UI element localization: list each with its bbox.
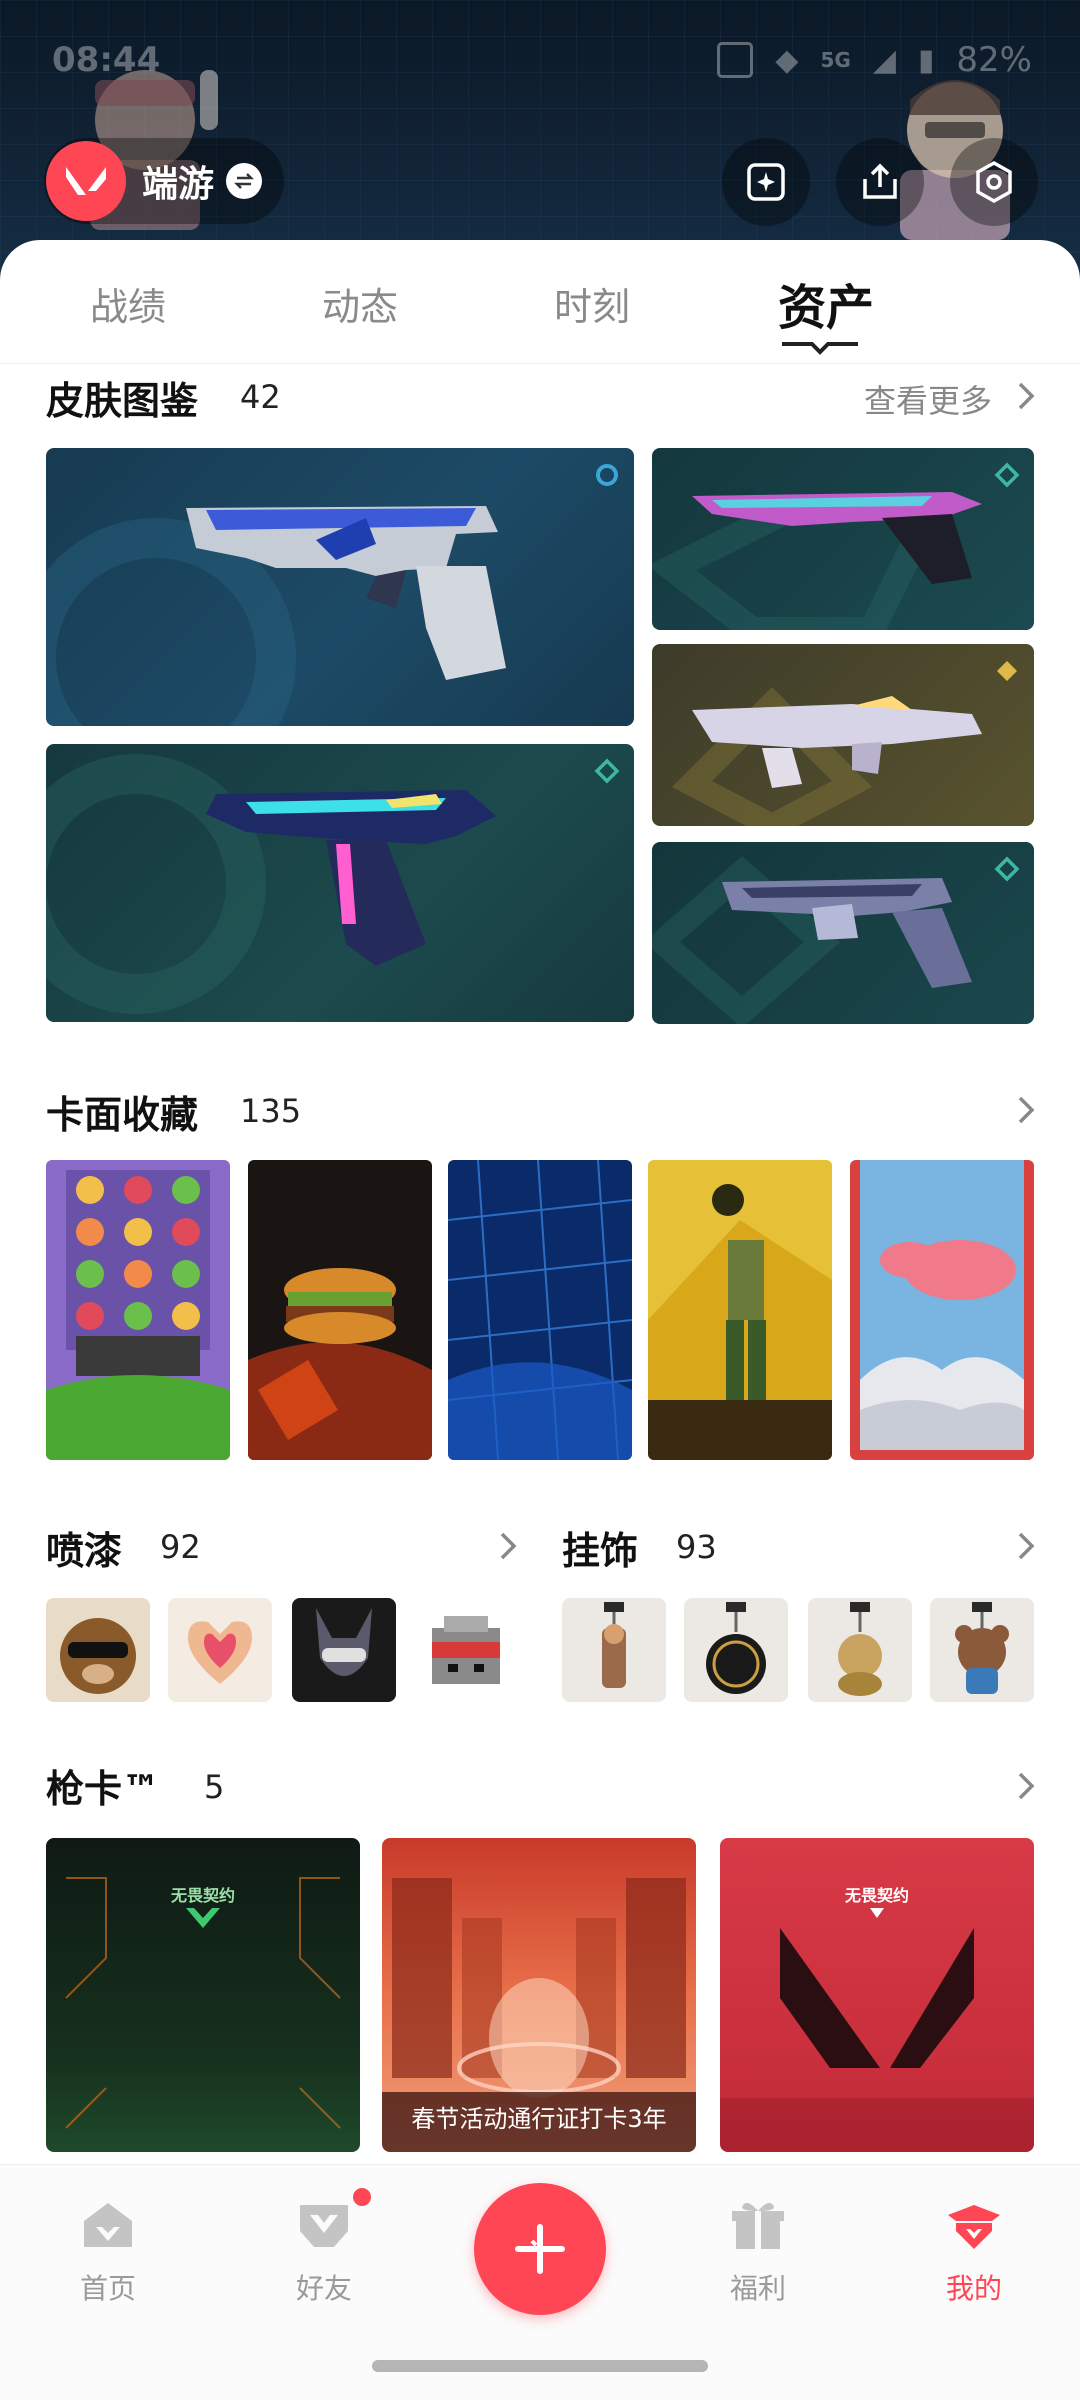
- tab-moments[interactable]: 时刻: [492, 276, 692, 331]
- settings-icon: [976, 160, 1012, 204]
- nav-friends-label: 好友: [295, 2272, 352, 2305]
- swap-icon: [226, 163, 263, 199]
- profile-icon: [948, 2205, 1000, 2249]
- tab-active-indicator: [782, 342, 858, 355]
- charm-item[interactable]: [808, 1598, 912, 1702]
- skin-card[interactable]: [46, 744, 634, 1022]
- sparkle-photo-icon: [747, 163, 785, 201]
- revolver-skin-image: [652, 856, 972, 1024]
- sprays-title: 喷漆: [46, 1529, 123, 1573]
- skin-card[interactable]: [46, 448, 634, 726]
- spray-image: [292, 1598, 396, 1702]
- gun-card-caption: 春节活动通行证打卡3年: [411, 2105, 667, 2133]
- nav-me[interactable]: 我的: [904, 2195, 1044, 2307]
- pistol-skin-image: [46, 754, 496, 1014]
- nav-me-label: 我的: [945, 2272, 1002, 2305]
- player-card-image: [448, 1160, 632, 1460]
- plus-icon: [515, 2224, 565, 2274]
- gun-cards-title: 枪卡™: [46, 1767, 161, 1811]
- player-card-image: [850, 1160, 1034, 1460]
- tab-activity[interactable]: 动态: [260, 276, 460, 331]
- tier-icon: [596, 464, 618, 486]
- charm-image: [602, 1602, 626, 1688]
- diamond-icon: ◆: [775, 42, 799, 78]
- create-post-button[interactable]: [474, 2183, 606, 2315]
- spray-item[interactable]: [46, 1598, 150, 1702]
- nav-home-label: 首页: [79, 2272, 136, 2305]
- sparkle-photo-button[interactable]: [722, 138, 810, 226]
- player-card-image: [46, 1160, 230, 1460]
- network-label: 5G: [820, 48, 851, 72]
- profile-switcher[interactable]: 端游: [44, 138, 284, 224]
- home-indicator[interactable]: [372, 2360, 708, 2372]
- spray-image: [414, 1598, 518, 1702]
- player-card-image: [648, 1160, 832, 1460]
- spray-image: [168, 1598, 272, 1702]
- gun-card-brand: 无畏契约: [844, 1886, 909, 1905]
- tab-assets[interactable]: 资产: [726, 268, 926, 338]
- charm-image: [838, 1602, 882, 1696]
- charms-title: 挂饰: [562, 1529, 639, 1573]
- tier-icon: [997, 661, 1017, 681]
- gun-cards-count: 5: [204, 1768, 225, 1806]
- spray-image: [46, 1598, 150, 1702]
- skin-card[interactable]: [652, 644, 1034, 826]
- player-card[interactable]: [46, 1160, 230, 1460]
- charms-count: 93: [676, 1528, 717, 1566]
- chevron-right-icon[interactable]: [496, 1528, 520, 1564]
- share-icon: [863, 163, 897, 199]
- charm-image: [706, 1602, 766, 1694]
- nav-friends[interactable]: 好友: [254, 2195, 394, 2307]
- skin-card[interactable]: [652, 842, 1034, 1024]
- gun-card-brand: 无畏契约: [170, 1886, 235, 1905]
- home-icon: [84, 2203, 132, 2247]
- spray-item[interactable]: [168, 1598, 272, 1702]
- valorant-logo-icon: [46, 141, 126, 221]
- nav-benefits-label: 福利: [729, 2272, 786, 2305]
- player-card-image: [248, 1160, 432, 1460]
- chevron-right-icon[interactable]: [1014, 1768, 1038, 1804]
- gift-icon: [732, 2202, 784, 2249]
- cards-count: 135: [240, 1092, 302, 1130]
- skin-card[interactable]: [652, 448, 1034, 630]
- skins-count: 42: [240, 378, 281, 416]
- spray-item[interactable]: [292, 1598, 396, 1702]
- charm-item[interactable]: [562, 1598, 666, 1702]
- nav-benefits[interactable]: 福利: [688, 2195, 828, 2307]
- skins-title: 皮肤图鉴: [46, 379, 199, 423]
- tier-icon: [994, 856, 1020, 882]
- profile-name: 端游: [142, 164, 215, 205]
- smg-skin-image: [671, 687, 982, 826]
- gun-card[interactable]: 无畏契约: [720, 1838, 1034, 2152]
- player-card[interactable]: [850, 1160, 1034, 1460]
- gun-card[interactable]: 春节活动通行证打卡3年: [382, 1838, 696, 2152]
- chevron-right-icon[interactable]: [1014, 1528, 1038, 1564]
- settings-button[interactable]: [950, 138, 1038, 226]
- nav-home[interactable]: 首页: [38, 2195, 178, 2307]
- player-card[interactable]: [248, 1160, 432, 1460]
- spray-item[interactable]: [414, 1598, 518, 1702]
- sprays-count: 92: [160, 1528, 201, 1566]
- player-card[interactable]: [448, 1160, 632, 1460]
- notification-dot: [350, 2185, 374, 2209]
- pistol-skin-image: [652, 492, 982, 630]
- friends-icon: [300, 2205, 348, 2247]
- charm-item[interactable]: [684, 1598, 788, 1702]
- tab-bar: 战绩 动态 时刻 资产: [0, 240, 1080, 364]
- tab-stats[interactable]: 战绩: [28, 276, 228, 331]
- charm-image: [955, 1602, 1009, 1694]
- charm-item[interactable]: [930, 1598, 1034, 1702]
- chevron-right-icon[interactable]: [1014, 1092, 1038, 1128]
- skins-more-link[interactable]: 查看更多: [864, 376, 992, 422]
- tier-icon: [994, 462, 1020, 488]
- player-card[interactable]: [648, 1160, 832, 1460]
- pistol-skin-image: [46, 506, 506, 726]
- qr-icon: [717, 42, 754, 78]
- share-button[interactable]: [836, 138, 924, 226]
- tier-icon: [594, 758, 620, 784]
- chevron-right-icon[interactable]: [1014, 378, 1038, 414]
- gun-card[interactable]: 无畏契约: [46, 1838, 360, 2152]
- cards-title: 卡面收藏: [46, 1093, 199, 1137]
